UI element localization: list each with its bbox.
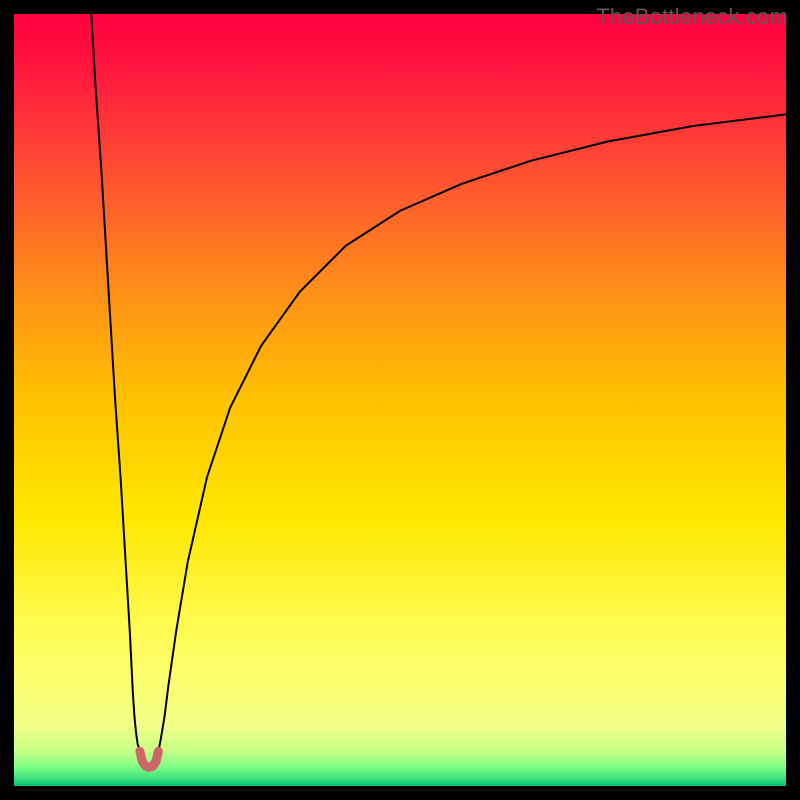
chart-outer-frame: TheBottleneck.com [0,0,800,800]
watermark-text: TheBottleneck.com [596,4,788,30]
bottleneck-chart [14,14,786,786]
